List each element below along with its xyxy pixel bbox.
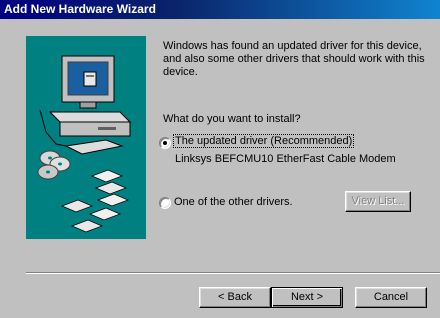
- next-button[interactable]: Next >: [271, 287, 343, 308]
- title-bar[interactable]: Add New Hardware Wizard: [0, 0, 440, 19]
- question-text: What do you want to install?: [163, 113, 301, 125]
- option-other-drivers-radio[interactable]: [159, 197, 171, 209]
- separator: [26, 272, 440, 274]
- option-updated-driver-radio[interactable]: [159, 137, 171, 149]
- floppy-disks-icon: [60, 169, 130, 233]
- detected-device-name: Linksys BEFCMU10 EtherFast Cable Modem: [175, 153, 396, 165]
- cancel-button[interactable]: Cancel: [355, 287, 427, 308]
- option-updated-driver-label[interactable]: The updated driver (Recommended): [172, 134, 355, 148]
- intro-text: Windows has found an updated driver for …: [163, 40, 425, 78]
- back-button[interactable]: < Back: [199, 287, 271, 308]
- option-other-drivers-label[interactable]: One of the other drivers.: [174, 196, 293, 208]
- window-title: Add New Hardware Wizard: [4, 2, 156, 16]
- radio-selected-dot: [163, 141, 167, 145]
- view-list-button[interactable]: View List...: [345, 191, 411, 212]
- wizard-illustration: [26, 36, 146, 239]
